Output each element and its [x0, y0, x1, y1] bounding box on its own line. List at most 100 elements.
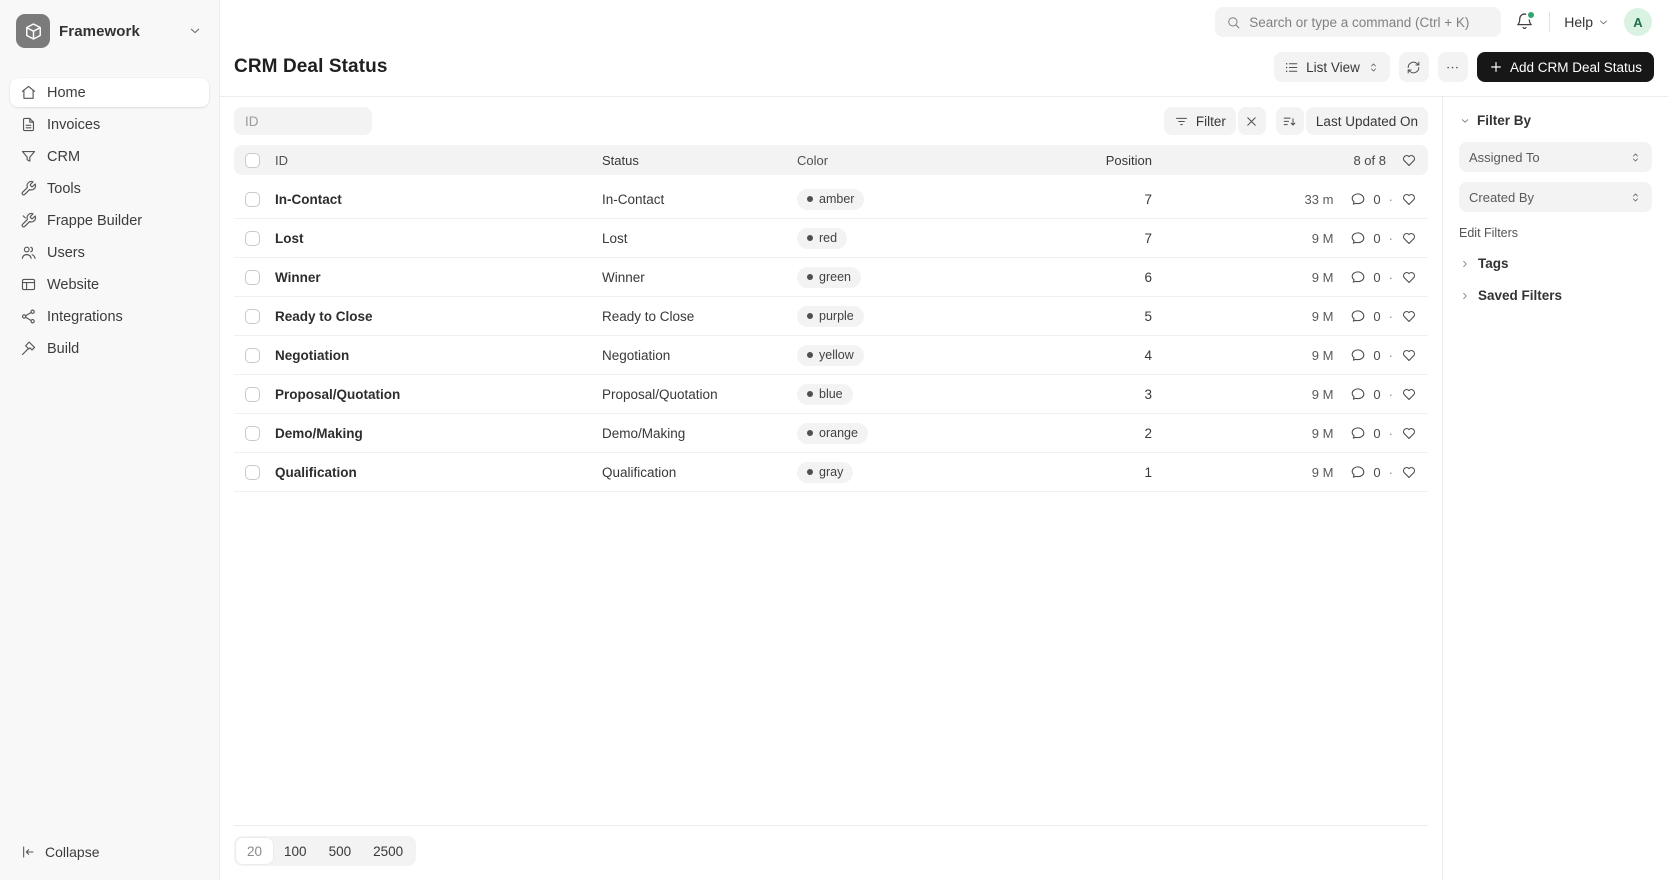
filter-button[interactable]: Filter: [1163, 107, 1236, 135]
heart-icon[interactable]: [1401, 230, 1417, 246]
row-checkbox[interactable]: [245, 191, 260, 207]
sidebar-item[interactable]: CRM: [10, 142, 209, 171]
sidebar-item[interactable]: Frappe Builder: [10, 206, 209, 235]
filter-by-section-toggle[interactable]: Filter By: [1459, 113, 1652, 128]
tags-section-toggle[interactable]: Tags: [1459, 256, 1652, 271]
sidebar-item[interactable]: Website: [10, 270, 209, 299]
add-crm-deal-status-button[interactable]: Add CRM Deal Status: [1476, 52, 1654, 82]
cell-status: Qualification: [602, 464, 677, 480]
page-size-button[interactable]: 500: [318, 838, 363, 864]
sidebar-item[interactable]: Build: [10, 334, 209, 363]
view-switcher-label: List View: [1306, 59, 1360, 75]
table-row[interactable]: Demo/Making Demo/Making orange 2 9 M 0 ·: [234, 414, 1428, 453]
list-view-icon: [1284, 60, 1299, 75]
edit-filters-link[interactable]: Edit Filters: [1459, 226, 1652, 240]
row-checkbox[interactable]: [245, 230, 260, 246]
heart-icon[interactable]: [1401, 269, 1417, 285]
table-row[interactable]: Winner Winner green 6 9 M 0 ·: [234, 258, 1428, 297]
sidebar-item[interactable]: Tools: [10, 174, 209, 203]
table-row[interactable]: Lost Lost red 7 9 M 0 ·: [234, 219, 1428, 258]
chevron-down-icon: [1459, 115, 1471, 127]
page-size-button[interactable]: 2500: [362, 838, 414, 864]
table-row[interactable]: In-Contact In-Contact amber 7 33 m 0 ·: [234, 180, 1428, 219]
cell-position: 4: [1144, 347, 1152, 363]
builder-icon: [20, 212, 37, 229]
comment-icon[interactable]: [1350, 464, 1366, 480]
color-tag: orange: [797, 422, 868, 444]
clear-filter-button[interactable]: [1237, 107, 1266, 135]
comment-icon[interactable]: [1350, 425, 1366, 441]
color-tag-label: amber: [819, 192, 855, 206]
sidebar-item[interactable]: Home: [10, 78, 209, 107]
sort-field-button[interactable]: Last Updated On: [1305, 107, 1428, 135]
cell-modified: 9 M: [1311, 464, 1334, 480]
user-avatar[interactable]: A: [1624, 8, 1652, 36]
table-row[interactable]: Qualification Qualification gray 1 9 M 0…: [234, 453, 1428, 492]
cell-position: 3: [1144, 386, 1152, 402]
refresh-button[interactable]: [1398, 52, 1429, 82]
color-dot: [807, 391, 813, 397]
heart-icon[interactable]: [1401, 152, 1417, 168]
comment-icon[interactable]: [1350, 269, 1366, 285]
app-switcher[interactable]: Framework: [10, 12, 209, 50]
help-menu[interactable]: Help: [1564, 14, 1610, 30]
comment-icon[interactable]: [1350, 308, 1366, 324]
cell-status: In-Contact: [602, 191, 665, 207]
row-checkbox[interactable]: [245, 425, 260, 441]
comment-icon[interactable]: [1350, 347, 1366, 363]
id-filter-input[interactable]: [234, 107, 372, 135]
sidebar-item[interactable]: Users: [10, 238, 209, 267]
row-checkbox[interactable]: [245, 386, 260, 402]
filter-panel: Filter By Assigned To Created By Edit Fi…: [1442, 97, 1668, 880]
table-row[interactable]: Negotiation Negotiation yellow 4 9 M 0 ·: [234, 336, 1428, 375]
cell-id: Proposal/Quotation: [275, 386, 401, 402]
global-search[interactable]: [1215, 7, 1502, 37]
sidebar-nav: Home Invoices CRM Tools Frappe Builder U…: [10, 78, 209, 363]
heart-icon[interactable]: [1401, 464, 1417, 480]
sidebar-item[interactable]: Integrations: [10, 302, 209, 331]
chevrons-updown-icon: [1629, 151, 1642, 164]
collapse-sidebar-button[interactable]: Collapse: [10, 838, 209, 866]
table-row[interactable]: Proposal/Quotation Proposal/Quotation bl…: [234, 375, 1428, 414]
view-switcher-button[interactable]: List View: [1274, 52, 1390, 82]
heart-icon[interactable]: [1401, 308, 1417, 324]
created-by-select[interactable]: Created By: [1459, 182, 1652, 212]
cell-id: Lost: [275, 230, 304, 246]
cell-id: Winner: [275, 269, 321, 285]
page-size-button[interactable]: 20: [236, 838, 274, 864]
sort-field-label: Last Updated On: [1315, 113, 1418, 129]
select-all-checkbox[interactable]: [245, 152, 260, 168]
chevrons-updown-icon: [1629, 191, 1642, 204]
heart-icon[interactable]: [1401, 191, 1417, 207]
search-input[interactable]: [1249, 14, 1491, 30]
heart-icon[interactable]: [1401, 386, 1417, 402]
row-checkbox[interactable]: [245, 464, 260, 480]
saved-filters-section-toggle[interactable]: Saved Filters: [1459, 288, 1652, 303]
color-tag-label: yellow: [819, 348, 854, 362]
comment-icon[interactable]: [1350, 386, 1366, 402]
page-size-button[interactable]: 100: [273, 838, 318, 864]
assigned-to-label: Assigned To: [1469, 149, 1540, 165]
cell-status: Proposal/Quotation: [602, 386, 718, 402]
cell-modified: 9 M: [1311, 308, 1334, 324]
row-checkbox[interactable]: [245, 269, 260, 285]
sidebar-item-label: Build: [47, 340, 80, 357]
comment-icon[interactable]: [1350, 191, 1366, 207]
cell-id: Ready to Close: [275, 308, 373, 324]
sort-direction-button[interactable]: [1275, 107, 1304, 135]
notifications-button[interactable]: [1515, 12, 1535, 32]
heart-icon[interactable]: [1401, 347, 1417, 363]
sidebar-item-label: Website: [47, 276, 100, 293]
assigned-to-select[interactable]: Assigned To: [1459, 142, 1652, 172]
more-options-button[interactable]: [1437, 52, 1468, 82]
row-checkbox[interactable]: [245, 347, 260, 363]
home-icon: [20, 84, 37, 101]
sidebar-item[interactable]: Invoices: [10, 110, 209, 139]
comment-icon[interactable]: [1350, 230, 1366, 246]
sort-button-group: Last Updated On: [1275, 107, 1428, 135]
row-checkbox[interactable]: [245, 308, 260, 324]
heart-icon[interactable]: [1401, 425, 1417, 441]
help-label: Help: [1564, 14, 1593, 30]
table-row[interactable]: Ready to Close Ready to Close purple 5 9: [234, 297, 1428, 336]
plus-icon: [1489, 60, 1503, 74]
